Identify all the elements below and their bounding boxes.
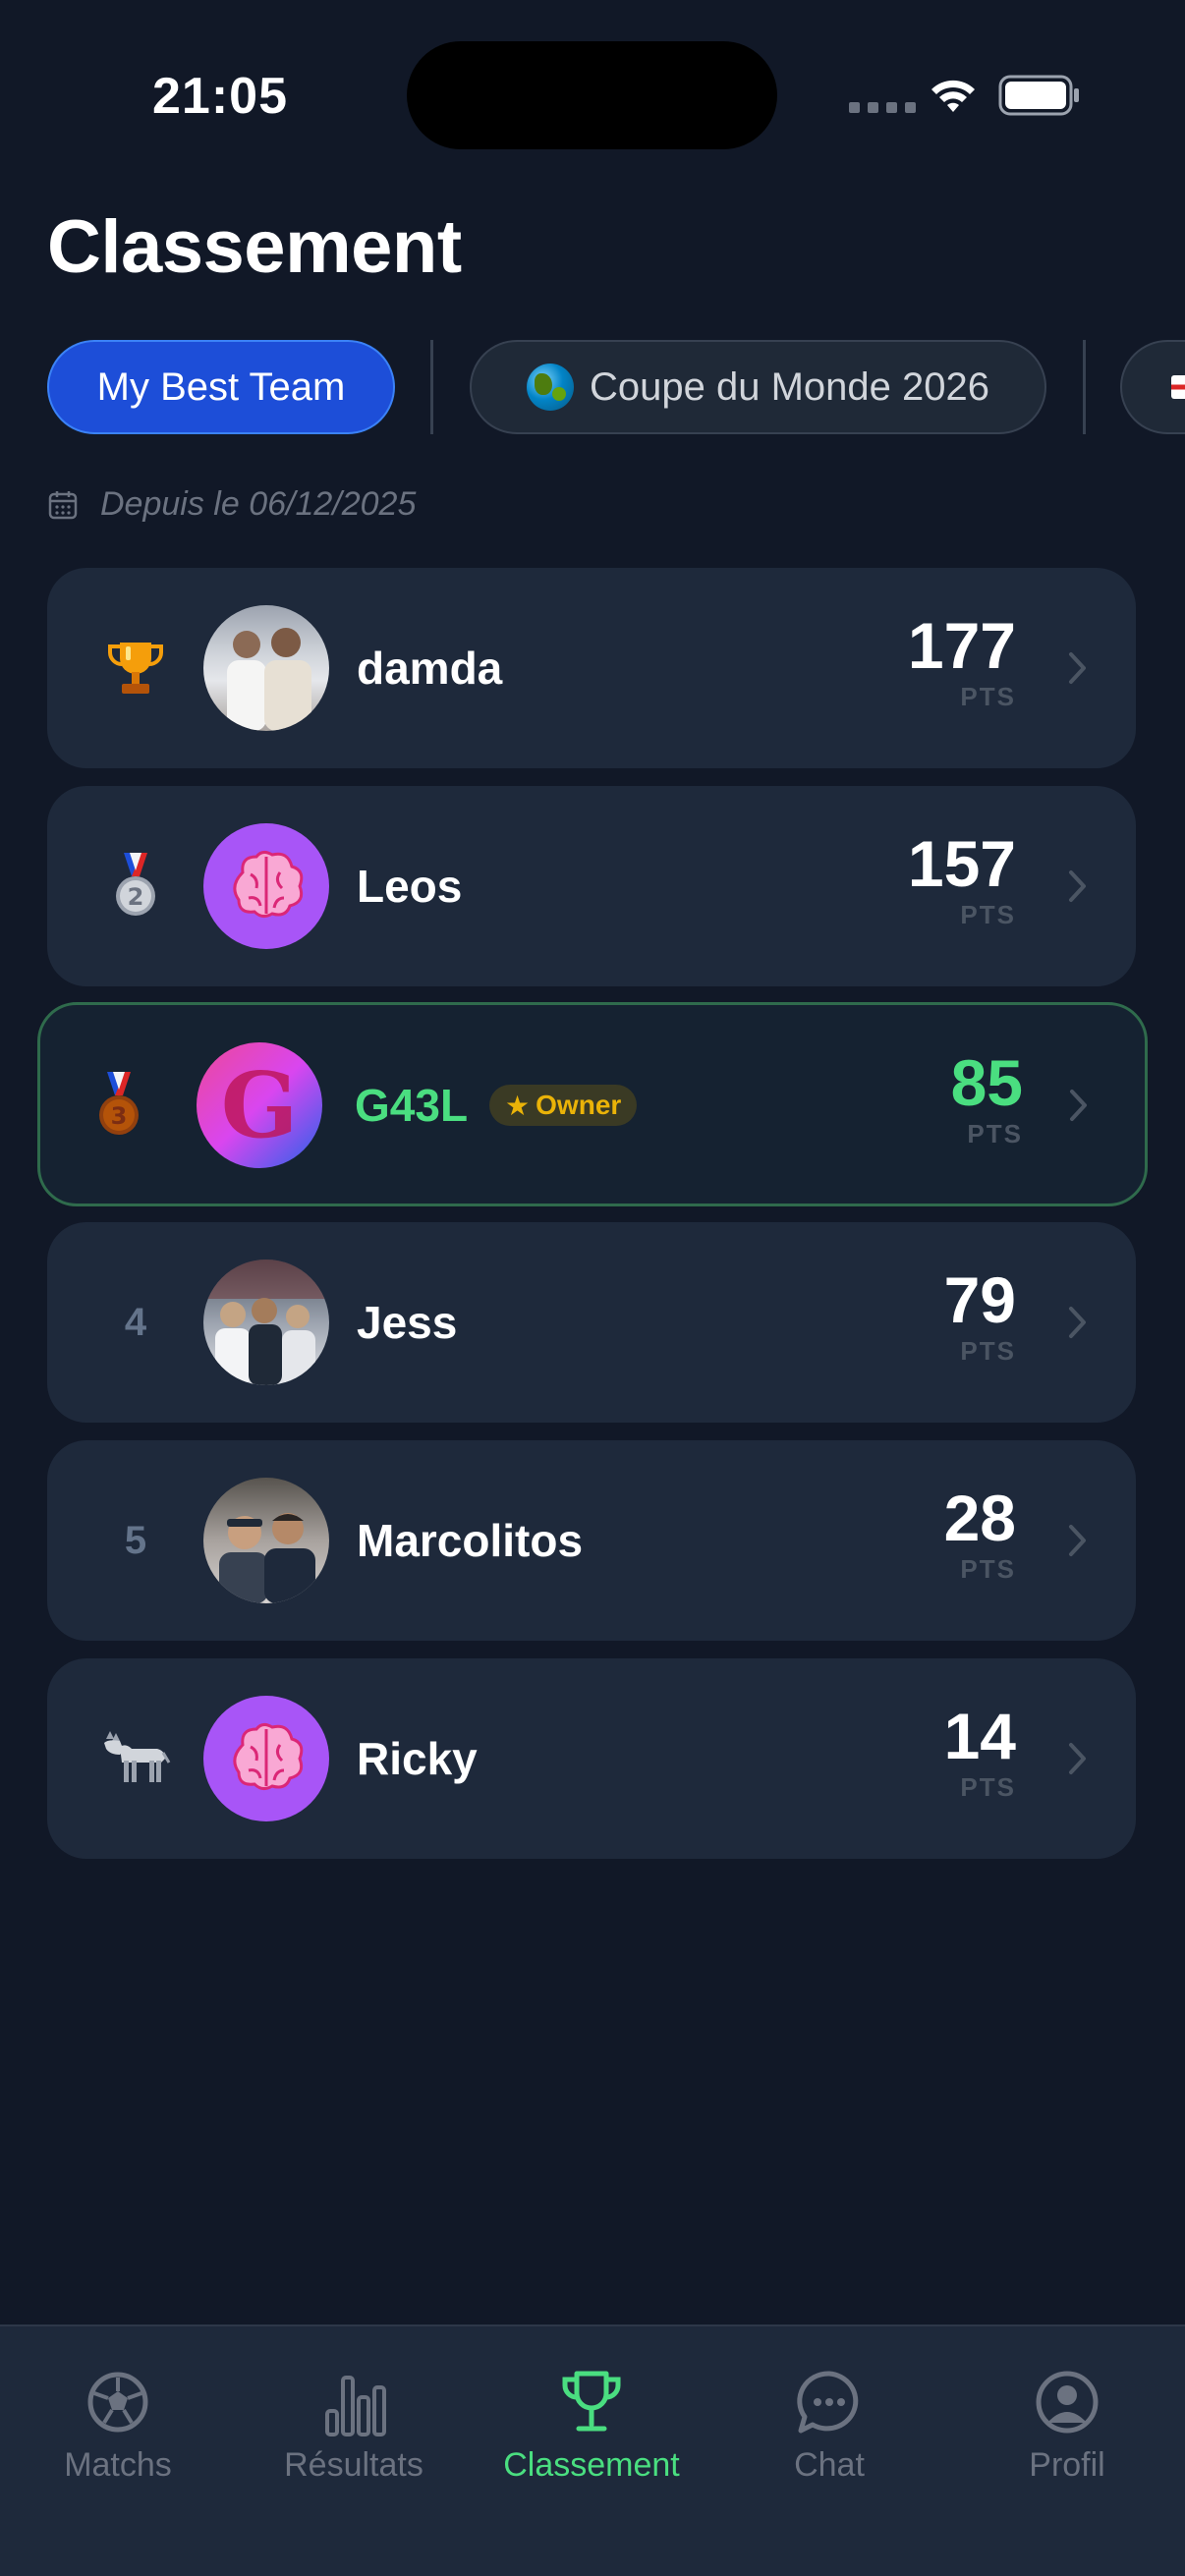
- status-bar: 21:05: [0, 0, 1185, 149]
- leaderboard-row[interactable]: Ricky 14 PTS: [47, 1658, 1136, 1859]
- brain-icon: [203, 1696, 329, 1821]
- tabbar-item-classement[interactable]: Classement: [483, 2368, 700, 2485]
- leaderboard-row[interactable]: 4 Jess 79 PTS: [47, 1222, 1136, 1423]
- tabbar-item-matchs[interactable]: Matchs: [10, 2368, 226, 2485]
- flag-icon: [1171, 375, 1185, 399]
- tab-my-best-team[interactable]: My Best Team: [47, 340, 395, 434]
- rank: 4: [124, 1300, 147, 1344]
- points-label: PTS: [960, 1554, 1016, 1584]
- points-value: 157: [907, 827, 1016, 900]
- player-name: Marcolitos: [357, 1515, 584, 1566]
- tabbar-label: Classement: [503, 2446, 680, 2484]
- points-label: PTS: [960, 1772, 1016, 1802]
- rank: 5: [124, 1518, 147, 1562]
- svg-text:2: 2: [128, 883, 144, 911]
- bar-chart-icon: [325, 2376, 386, 2436]
- avatar: [203, 1260, 329, 1385]
- points-label: PTS: [967, 1119, 1023, 1148]
- star-icon: ★: [505, 1090, 531, 1121]
- bronze-medal-icon: 3: [99, 1072, 139, 1135]
- points-value: 28: [943, 1482, 1016, 1554]
- chevron-right-icon: [1069, 1307, 1086, 1338]
- tabbar-label: Matchs: [64, 2446, 172, 2484]
- points-label: PTS: [960, 900, 1016, 929]
- chevron-right-icon: [1069, 1743, 1086, 1774]
- avatar: [203, 605, 329, 731]
- since-text: Depuis le 06/12/2025: [100, 485, 417, 523]
- chevron-right-icon: [1069, 652, 1086, 684]
- rank: 3: [80, 1005, 158, 1205]
- tab-partial[interactable]: [1120, 340, 1185, 434]
- rank: [96, 568, 175, 768]
- since-date: Depuis le 06/12/2025: [47, 485, 416, 524]
- badge-label: Owner: [536, 1090, 622, 1120]
- points-label: PTS: [960, 1336, 1016, 1366]
- tab-divider: [1083, 340, 1086, 434]
- chevron-right-icon: [1069, 870, 1086, 902]
- silver-medal-icon: 2: [116, 853, 155, 916]
- tab-divider: [430, 340, 433, 434]
- tabbar-label: Profil: [1029, 2446, 1105, 2484]
- tabbar-item-chat[interactable]: Chat: [721, 2368, 937, 2485]
- owner-badge: ★ Owner: [489, 1085, 638, 1126]
- chat-bubble-icon: [797, 2371, 859, 2434]
- avatar: [203, 1478, 329, 1603]
- trophy-icon: [562, 2371, 621, 2432]
- player-name: Ricky: [357, 1733, 478, 1784]
- brain-icon: [203, 823, 329, 949]
- player-name-wrap: G43L ★ Owner: [355, 1005, 638, 1205]
- donkey-icon: [104, 1731, 171, 1782]
- leaderboard-row-current-user[interactable]: 3 G G43L ★ Owner 85 PTS: [37, 1002, 1148, 1206]
- tab-label: Coupe du Monde 2026: [590, 364, 989, 409]
- wifi-icon: [931, 80, 975, 112]
- svg-text:G: G: [221, 1052, 299, 1158]
- rank: [96, 1658, 175, 1859]
- svg-text:3: 3: [111, 1102, 128, 1130]
- leaderboard-row[interactable]: 2 Leos 157 PTS: [47, 786, 1136, 986]
- points-value: 79: [943, 1263, 1016, 1336]
- points: 85 PTS: [951, 1050, 1023, 1149]
- battery-icon: [998, 75, 1079, 116]
- page-title: Classement: [47, 205, 462, 289]
- league-tabs: My Best Team Coupe du Monde 2026: [0, 340, 1185, 434]
- player-name: Leos: [357, 861, 463, 912]
- globe-icon: [527, 364, 574, 411]
- points-value: 177: [907, 609, 1016, 682]
- chevron-right-icon: [1070, 1090, 1087, 1121]
- points-value: 14: [943, 1700, 1016, 1772]
- player-name: damda: [357, 643, 503, 694]
- dynamic-island: [407, 41, 777, 149]
- points: 177 PTS: [908, 613, 1016, 712]
- points: 79 PTS: [944, 1267, 1016, 1367]
- avatar: G: [197, 1042, 322, 1168]
- points-label: PTS: [960, 682, 1016, 711]
- tabbar-label: Résultats: [284, 2446, 423, 2484]
- points: 157 PTS: [908, 831, 1016, 930]
- chevron-right-icon: [1069, 1525, 1086, 1556]
- tab-coupe-du-monde[interactable]: Coupe du Monde 2026: [470, 340, 1046, 434]
- player-name: G43L: [355, 1080, 469, 1131]
- player-name: Jess: [357, 1297, 458, 1348]
- points: 28 PTS: [944, 1485, 1016, 1585]
- bottom-tab-bar: Matchs Résultats Classement Chat Profil: [0, 2324, 1185, 2576]
- rank: 2: [96, 786, 175, 986]
- points: 14 PTS: [944, 1704, 1016, 1803]
- calendar-icon: [48, 490, 78, 519]
- leaderboard-row[interactable]: 5 Marcolitos 28 PTS: [47, 1440, 1136, 1641]
- points-value: 85: [950, 1046, 1023, 1119]
- leaderboard-row[interactable]: damda 177 PTS: [47, 568, 1136, 768]
- tabbar-item-resultats[interactable]: Résultats: [246, 2368, 462, 2485]
- tab-label: My Best Team: [96, 364, 346, 409]
- status-time: 21:05: [152, 68, 288, 125]
- soccer-ball-icon: [87, 2372, 148, 2433]
- cellular-signal-icon: [849, 102, 916, 113]
- user-circle-icon: [1036, 2371, 1099, 2434]
- trophy-icon: [108, 643, 163, 694]
- tabbar-item-profil[interactable]: Profil: [959, 2368, 1175, 2485]
- tabbar-label: Chat: [794, 2446, 865, 2484]
